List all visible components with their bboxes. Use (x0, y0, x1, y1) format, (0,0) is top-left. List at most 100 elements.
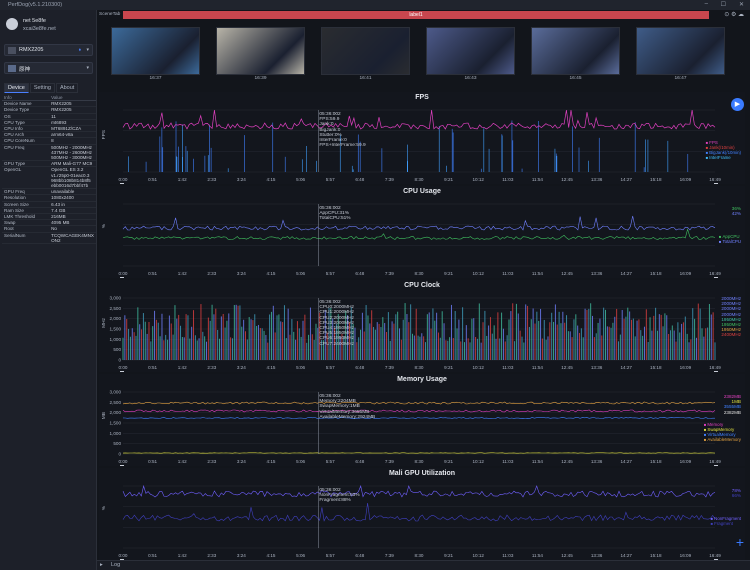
chart-plot[interactable]: 0:00 0:51 1:42 2:33 3:24 4:15 5:06 5:57 6:48 7:39… (99, 468, 745, 560)
x-tick-label: 14:27 (620, 553, 632, 558)
x-tick-label: 4:15 (267, 553, 276, 558)
x-tick-label: 11:54 (532, 459, 544, 464)
scrollbar-handle-right[interactable] (714, 371, 718, 372)
x-tick-label: 1:42 (178, 177, 187, 182)
screenshot-thumb[interactable]: 16:37 (111, 27, 200, 84)
x-tick-label: 11:54 (532, 365, 544, 370)
cloud-icon[interactable]: ☁ (738, 12, 744, 18)
series-line (122, 417, 715, 419)
user-panel: net 5e8fe xcai3e8fe.net (6, 16, 94, 34)
y-tick-label: 500 (113, 441, 121, 446)
x-tick-label: 16:49 (709, 459, 721, 464)
screenshot-thumb[interactable]: 16:47 (636, 27, 725, 84)
current-value: 42% (731, 211, 741, 217)
app-select[interactable]: 原神 ▾ (4, 62, 93, 74)
x-tick-label: 6:48 (355, 459, 364, 464)
x-tick-label: 2:33 (207, 177, 216, 182)
play-button[interactable]: ▶ (731, 98, 744, 111)
x-tick-label: 9:21 (444, 177, 453, 182)
x-tick-label: 15:18 (650, 271, 662, 276)
x-tick-label: 5:57 (326, 365, 335, 370)
screenshot-thumb[interactable]: 16:39 (216, 27, 305, 84)
legend-item[interactable]: AvailableMemory (704, 437, 741, 442)
series-line (122, 215, 716, 231)
y-tick-label: 1,500 (110, 421, 122, 426)
device-select[interactable]: RMX2205 ⬧ ▾ (4, 44, 93, 56)
x-tick-label: 1:42 (178, 365, 187, 370)
x-tick-label: 11:03 (502, 271, 514, 276)
x-tick-label: 4:15 (267, 365, 276, 370)
series-line (122, 109, 716, 130)
x-tick-label: 13:36 (591, 365, 603, 370)
x-tick-label: 13:36 (591, 459, 603, 464)
minimize-icon[interactable]: – (705, 1, 708, 7)
x-tick-label: 16:49 (709, 271, 721, 276)
x-tick-label: 6:48 (355, 177, 364, 182)
tooltip-line: TotalCPU:51% (319, 216, 351, 222)
x-tick-label: 8:30 (415, 459, 424, 464)
x-tick-label: 0:00 (119, 459, 128, 464)
chart-plot[interactable]: 0:00 0:51 1:42 2:33 3:24 4:15 5:06 5:57 6:48 7:39… (99, 186, 745, 278)
screenshot-thumb[interactable]: 16:41 (321, 27, 410, 84)
scrollbar-handle-right[interactable] (714, 183, 718, 184)
chart-plot[interactable]: 3,000 2,500 2,000 1,500 1,000 500 0 0:00 0:51 1:4… (99, 280, 745, 372)
chart-legend: FPSJank(/10min)BigJank(/10min)InterFrame (706, 140, 741, 160)
device-icon (8, 47, 16, 54)
scrollbar-handle-left[interactable] (120, 371, 124, 372)
x-tick-label: 12:45 (561, 271, 573, 276)
x-tick-label: 6:48 (355, 365, 364, 370)
scrollbar-handle-right[interactable] (714, 277, 718, 278)
scene-tab[interactable]: SceneTab (99, 12, 120, 17)
x-tick-label: 13:36 (591, 177, 603, 182)
info-value: TCQWCAGEK4MNX ON2 (49, 232, 96, 245)
thumb-time: 16:41 (359, 76, 372, 81)
title-bar: PerfDog(v5.1.210300) – ☐ ✕ (0, 0, 750, 10)
thumb-time: 16:37 (149, 76, 162, 81)
scrollbar-handle-left[interactable] (120, 277, 124, 278)
legend-item[interactable]: TotalCPU (719, 239, 741, 244)
tab-device[interactable]: Device (4, 83, 29, 93)
x-tick-label: 5:57 (326, 177, 335, 182)
x-tick-label: 10:12 (472, 365, 484, 370)
scrollbar-handle-left[interactable] (120, 183, 124, 184)
y-tick-label: 2,000 (110, 316, 122, 321)
scrollbar-handle-left[interactable] (120, 465, 124, 466)
x-tick-label: 6:48 (355, 553, 364, 558)
tab-label1[interactable]: label1 (123, 11, 709, 19)
x-tick-label: 8:30 (415, 271, 424, 276)
close-icon[interactable]: ✕ (739, 1, 744, 8)
settings-icon[interactable]: ⚙ (731, 12, 736, 18)
maximize-icon[interactable]: ☐ (721, 1, 726, 8)
chart-plot[interactable]: 3,000 2,500 2,000 1,500 1,000 500 0 0:00 0:51 1:4… (99, 374, 745, 466)
top-icons: ⊙ ⚙ ☁ (724, 11, 744, 18)
log-label[interactable]: Log (111, 562, 120, 568)
series-line (122, 484, 716, 498)
screenshot-thumb[interactable]: 16:43 (426, 27, 515, 84)
x-tick-label: 2:33 (207, 553, 216, 558)
x-tick-label: 0:00 (119, 177, 128, 182)
info-row: SerialNum TCQWCAGEK4MNX ON2 (2, 232, 96, 245)
x-tick-label: 5:06 (296, 553, 305, 558)
x-tick-label: 8:30 (415, 177, 424, 182)
info-value: ARM Mali-G77 MC9 (49, 160, 96, 168)
tab-about[interactable]: About (55, 83, 79, 93)
tab-setting[interactable]: Setting (29, 83, 55, 93)
chart-pane-1: CPU Usage% 0:00 0:51 1:42 2:33 3:24 4:15 5:06 5:… (99, 186, 745, 278)
expand-icon[interactable]: ▸ (100, 562, 103, 568)
series-line (122, 228, 716, 240)
legend-item[interactable]: InterFrame (706, 155, 741, 160)
chart-pane-4: Mali GPU Utilization% 0:00 0:51 1:42 2:33 3:2… (99, 468, 745, 560)
avatar[interactable] (6, 18, 18, 30)
add-icon[interactable]: + (736, 534, 744, 550)
screenshot-thumb[interactable]: 16:45 (531, 27, 620, 84)
thumb-image (111, 27, 200, 75)
thumb-image (216, 27, 305, 75)
y-tick-label: 1,500 (110, 327, 122, 332)
legend-item[interactable]: Fragment (711, 521, 741, 526)
location-icon[interactable]: ⊙ (724, 12, 729, 18)
current-values: 36% 42% (732, 206, 741, 216)
y-tick-label: 0 (118, 452, 121, 457)
chart-plot[interactable]: 0:00 0:51 1:42 2:33 3:24 4:15 5:06 5:57 6:48 7:39… (99, 92, 745, 184)
scrollbar-handle-right[interactable] (714, 465, 718, 466)
x-tick-label: 3:24 (237, 271, 246, 276)
